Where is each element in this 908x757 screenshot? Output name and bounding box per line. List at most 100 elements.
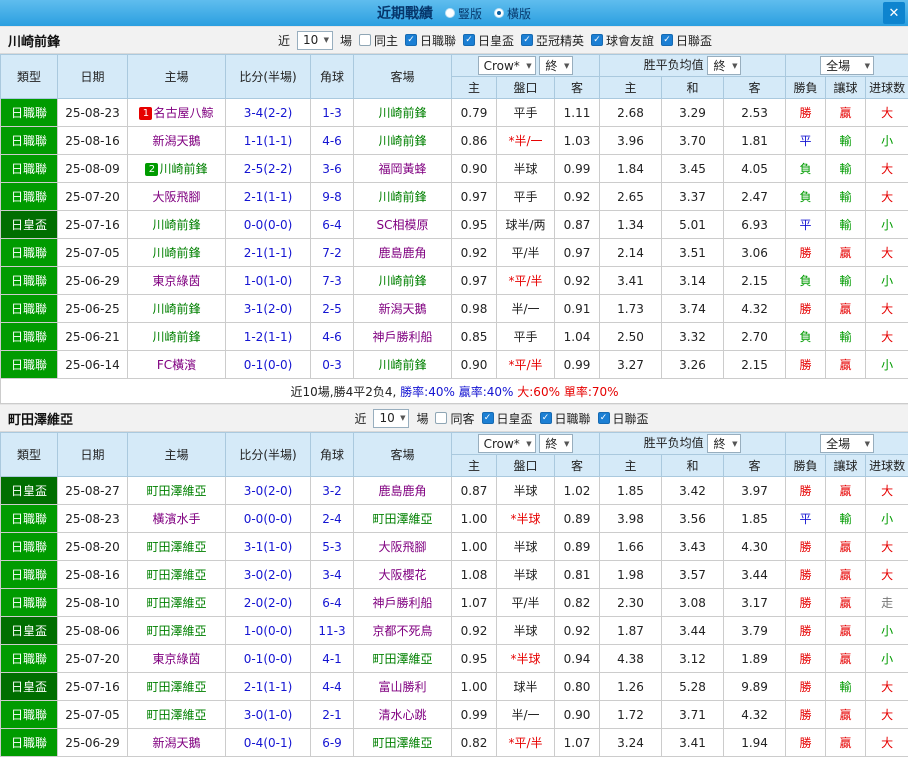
away-team-link[interactable]: 新潟天鵝: [378, 302, 426, 316]
home-odds-cell: 0.90: [452, 155, 497, 183]
fulltime-select[interactable]: 全場▼: [820, 56, 874, 75]
home-team-link[interactable]: 町田澤維亞: [146, 680, 206, 694]
home-team-link[interactable]: 町田澤維亞: [146, 596, 206, 610]
home-team-link[interactable]: 町田澤維亞: [146, 540, 206, 554]
home-odds-cell: 0.95: [452, 645, 497, 673]
away-team-link[interactable]: 川崎前鋒: [378, 134, 426, 148]
filter-checkbox[interactable]: ✓日聯盃: [598, 410, 649, 427]
league-cell: 日職聯: [1, 239, 58, 267]
avg-title: 胜平负均值: [644, 436, 704, 450]
away-team-link[interactable]: 京都不死鳥: [372, 624, 432, 638]
radio-horizontal-layout[interactable]: 橫版: [494, 5, 531, 22]
avg-draw-cell: 3.57: [662, 561, 724, 589]
filter-checkbox[interactable]: ✓日職聯: [405, 32, 456, 49]
col-header-result: 勝負: [786, 77, 826, 99]
away-team-link[interactable]: 鹿島鹿角: [378, 484, 426, 498]
handicap-result-cell: 贏: [826, 701, 866, 729]
date-cell: 25-08-23: [58, 505, 128, 533]
final-odds-select[interactable]: 終▼: [539, 56, 573, 75]
home-team-link[interactable]: 川崎前鋒: [152, 330, 200, 344]
home-team-link[interactable]: 町田澤維亞: [146, 568, 206, 582]
home-team-link[interactable]: 橫濱水手: [152, 512, 200, 526]
goals-cell: 大: [866, 323, 908, 351]
avg-final-select[interactable]: 終▼: [707, 56, 741, 75]
col-header-handicap: 盤口: [497, 455, 555, 477]
home-team-link[interactable]: 東京綠茵: [152, 274, 200, 288]
filter-checkbox[interactable]: ✓日皇盃: [463, 32, 514, 49]
away-team-link[interactable]: 大阪飛腳: [378, 540, 426, 554]
home-team-link[interactable]: 新潟天鵝: [152, 736, 200, 750]
league-cell: 日皇盃: [1, 617, 58, 645]
corner-cell: 2-4: [311, 505, 354, 533]
handicap-result-cell: 輸: [826, 127, 866, 155]
away-team-link[interactable]: 川崎前鋒: [378, 106, 426, 120]
chevron-down-icon: ▼: [400, 414, 405, 422]
home-team-link[interactable]: 川崎前鋒: [152, 218, 200, 232]
home-team-link[interactable]: 町田澤維亞: [146, 484, 206, 498]
away-team-link[interactable]: 大阪櫻花: [378, 568, 426, 582]
away-team-link[interactable]: 町田澤維亞: [372, 512, 432, 526]
away-team-link[interactable]: 鹿島鹿角: [378, 246, 426, 260]
close-button[interactable]: ✕: [883, 2, 905, 24]
avg-draw-cell: 3.29: [662, 99, 724, 127]
score-cell: 1-0(1-0): [226, 267, 311, 295]
away-odds-cell: 1.11: [555, 99, 600, 127]
away-team-link[interactable]: 川崎前鋒: [378, 274, 426, 288]
goals-cell: 走: [866, 589, 908, 617]
avg-final-select[interactable]: 終▼: [707, 434, 741, 453]
col-header-avg-away: 客: [724, 455, 786, 477]
result-cell: 勝: [786, 295, 826, 323]
away-team-link[interactable]: 川崎前鋒: [378, 358, 426, 372]
avg-draw-cell: 3.43: [662, 533, 724, 561]
away-team-link[interactable]: 町田澤維亞: [372, 736, 432, 750]
away-team-link[interactable]: 神戶勝利船: [372, 330, 432, 344]
date-cell: 25-07-16: [58, 211, 128, 239]
match-row: 日職聯 25-07-20 大阪飛腳 2-1(1-1) 9-8 川崎前鋒 0.97…: [1, 183, 908, 211]
goals-cell: 小: [866, 351, 908, 379]
home-team-link[interactable]: 大阪飛腳: [152, 190, 200, 204]
fulltime-header-cell: 全場▼: [786, 433, 908, 455]
filter-checkbox[interactable]: ✓球會友誼: [591, 32, 654, 49]
team-name: 町田澤維亞: [8, 409, 73, 428]
home-team-link[interactable]: 町田澤維亞: [146, 708, 206, 722]
avg-draw-cell: 3.26: [662, 351, 724, 379]
avg-away-cell: 1.85: [724, 505, 786, 533]
away-team-link[interactable]: 神戶勝利船: [372, 596, 432, 610]
score-cell: 1-0(0-0): [226, 617, 311, 645]
final-odds-select[interactable]: 終▼: [539, 434, 573, 453]
chevron-down-icon: ▼: [526, 62, 531, 70]
avg-home-cell: 4.38: [600, 645, 662, 673]
filter-checkbox[interactable]: ✓亞冠精英: [521, 32, 584, 49]
home-team-link[interactable]: 町田澤維亞: [146, 624, 206, 638]
bookmaker-select[interactable]: Crow*▼: [478, 56, 536, 75]
bookmaker-select[interactable]: Crow*▼: [478, 434, 536, 453]
fulltime-select[interactable]: 全場▼: [820, 434, 874, 453]
home-team-link[interactable]: 川崎前鋒: [152, 246, 200, 260]
filter-checkbox[interactable]: ✓日職聯: [540, 410, 591, 427]
home-team-link[interactable]: FC橫濱: [157, 358, 196, 372]
away-team-link[interactable]: 福岡黃蜂: [378, 162, 426, 176]
corner-cell: 4-6: [311, 127, 354, 155]
home-team-link[interactable]: 川崎前鋒: [152, 302, 200, 316]
away-team-link[interactable]: 清水心跳: [378, 708, 426, 722]
filter-checkbox[interactable]: 同主: [359, 32, 398, 49]
away-odds-cell: 0.90: [555, 701, 600, 729]
filter-checkbox[interactable]: ✓日聯盃: [661, 32, 712, 49]
away-team-link[interactable]: 町田澤維亞: [372, 652, 432, 666]
col-header-away-odds: 客: [555, 77, 600, 99]
radio-vertical-layout[interactable]: 豎版: [445, 5, 482, 22]
corner-cell: 4-1: [311, 645, 354, 673]
recent-count-select[interactable]: 10▼: [297, 31, 333, 50]
home-team-link[interactable]: 東京綠茵: [152, 652, 200, 666]
filter-checkbox[interactable]: 同客: [435, 410, 474, 427]
recent-count-select[interactable]: 10▼: [373, 409, 409, 428]
away-team-link[interactable]: 富山勝利: [378, 680, 426, 694]
home-odds-cell: 1.00: [452, 505, 497, 533]
home-team-link[interactable]: 名古屋八鯨: [153, 106, 213, 120]
home-team-link[interactable]: 新潟天鵝: [152, 134, 200, 148]
home-team-link[interactable]: 川崎前鋒: [159, 162, 207, 176]
filter-checkbox[interactable]: ✓日皇盃: [482, 410, 533, 427]
avg-home-cell: 2.50: [600, 323, 662, 351]
away-team-link[interactable]: SC相模原: [377, 218, 429, 232]
away-team-link[interactable]: 川崎前鋒: [378, 190, 426, 204]
